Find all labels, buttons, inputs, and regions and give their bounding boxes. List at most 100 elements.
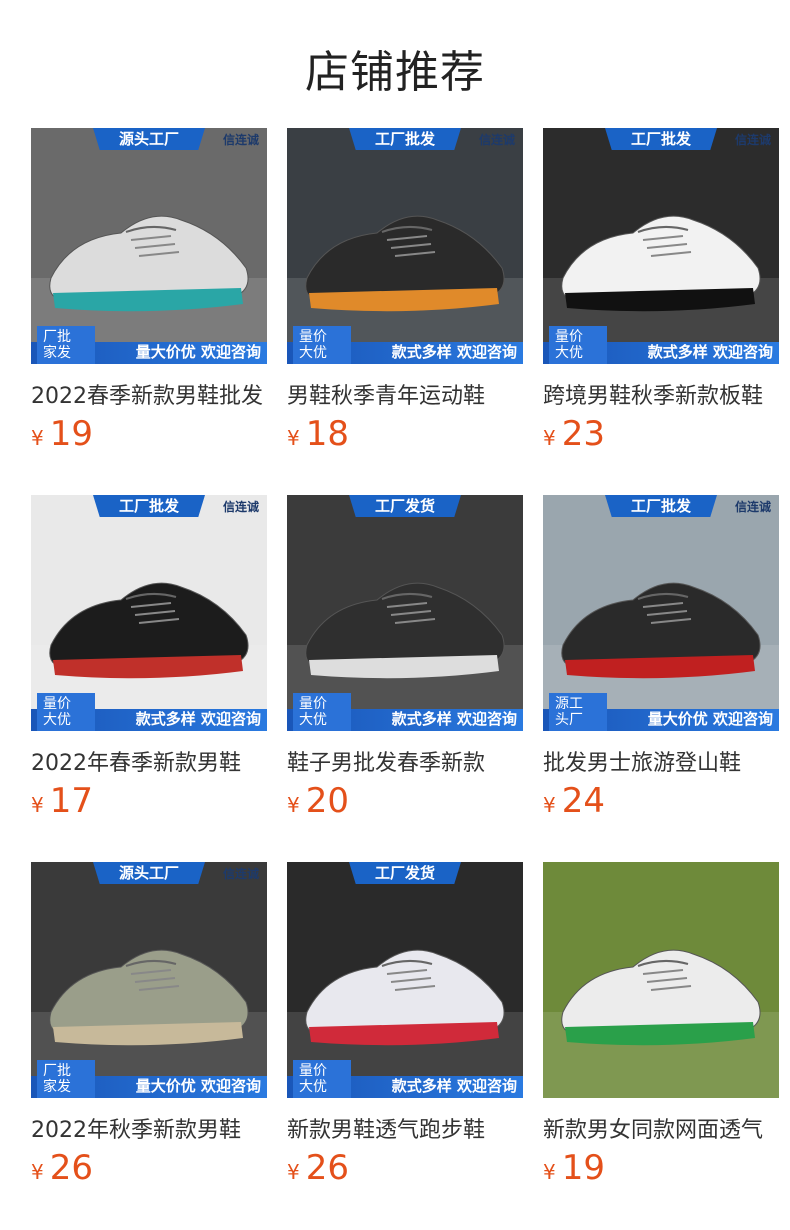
brand-label: 信连诚 (222, 500, 259, 514)
product-name[interactable]: 跨境男鞋秋季新款板鞋 (543, 378, 779, 408)
product-name[interactable]: 2022春季新款男鞋批发 (31, 378, 267, 408)
product-price: ¥19 (31, 414, 267, 458)
currency-symbol: ¥ (31, 426, 44, 450)
currency-symbol: ¥ (287, 426, 300, 450)
promo-corner: 量价 大优 (293, 1060, 351, 1098)
currency-symbol: ¥ (31, 1160, 44, 1184)
promo-corner-line: 源工 (555, 696, 583, 712)
brand-label: 信连诚 (734, 133, 771, 147)
promo-corner: 厂批 家发 (37, 326, 95, 364)
promo-corner-line: 量价 (555, 329, 583, 345)
currency-symbol: ¥ (287, 793, 300, 817)
currency-symbol: ¥ (287, 1160, 300, 1184)
product-price: ¥26 (31, 1148, 267, 1192)
product-card[interactable]: 工厂批发 信连诚 款式多样 欢迎咨询 量价 大优 2022年春季新款男鞋 ¥17 (31, 495, 267, 825)
product-name[interactable]: 新款男鞋透气跑步鞋 (287, 1112, 523, 1142)
price-value: 20 (305, 781, 349, 821)
product-price: ¥24 (543, 781, 779, 825)
price-value: 26 (305, 1148, 349, 1188)
brand-label: 信连诚 (478, 133, 515, 147)
price-value: 26 (49, 1148, 93, 1188)
currency-symbol: ¥ (31, 793, 44, 817)
product-name[interactable]: 2022年秋季新款男鞋 (31, 1112, 267, 1142)
price-value: 19 (49, 414, 93, 454)
promo-corner-line: 量价 (299, 696, 327, 712)
promo-corner: 源工 头厂 (549, 693, 607, 731)
product-name[interactable]: 新款男女同款网面透气 (543, 1112, 779, 1142)
product-image[interactable] (543, 862, 779, 1098)
brand-label: 信连诚 (734, 500, 771, 514)
product-card[interactable]: 工厂批发 信连诚 款式多样 欢迎咨询 量价 大优 跨境男鞋秋季新款板鞋 ¥23 (543, 128, 779, 458)
promo-text: 款式多样 欢迎咨询 (391, 1077, 517, 1095)
currency-symbol: ¥ (543, 426, 556, 450)
product-price: ¥18 (287, 414, 523, 458)
ribbon-label: 工厂发货 (349, 862, 461, 884)
product-price: ¥19 (543, 1148, 779, 1192)
promo-corner-line: 大优 (555, 345, 583, 361)
product-image[interactable]: 工厂发货 款式多样 欢迎咨询 量价 大优 (287, 495, 523, 731)
promo-text: 量大价优 欢迎咨询 (135, 1077, 261, 1095)
brand-label: 信连诚 (222, 867, 259, 881)
product-name[interactable]: 2022年春季新款男鞋 (31, 745, 267, 775)
product-name[interactable]: 男鞋秋季青年运动鞋 (287, 378, 523, 408)
product-card[interactable]: 新款男女同款网面透气 ¥19 (543, 862, 779, 1192)
product-image[interactable]: 工厂批发 信连诚 款式多样 欢迎咨询 量价 大优 (543, 128, 779, 364)
product-price: ¥23 (543, 414, 779, 458)
ribbon-label: 工厂批发 (93, 495, 205, 517)
product-name[interactable]: 鞋子男批发春季新款 (287, 745, 523, 775)
ribbon-label: 工厂批发 (605, 495, 717, 517)
promo-corner-line: 家发 (43, 1079, 71, 1095)
product-price: ¥17 (31, 781, 267, 825)
ribbon-label: 工厂批发 (605, 128, 717, 150)
product-price: ¥20 (287, 781, 523, 825)
promo-corner-line: 大优 (299, 712, 327, 728)
promo-corner: 量价 大优 (293, 326, 351, 364)
promo-corner-line: 厂批 (43, 329, 71, 345)
brand-label: 信连诚 (222, 133, 259, 147)
product-card[interactable]: 工厂发货 款式多样 欢迎咨询 量价 大优 新款男鞋透气跑步鞋 ¥26 (287, 862, 523, 1192)
product-image[interactable]: 源头工厂 信连诚 量大价优 欢迎咨询 厂批 家发 (31, 862, 267, 1098)
price-value: 18 (305, 414, 349, 454)
page-title: 店铺推荐 (305, 47, 485, 98)
promo-text: 款式多样 欢迎咨询 (135, 710, 261, 728)
currency-symbol: ¥ (543, 1160, 556, 1184)
product-image[interactable]: 源头工厂 信连诚 量大价优 欢迎咨询 厂批 家发 (31, 128, 267, 364)
shoe-photo (543, 862, 779, 1098)
promo-text: 量大价优 欢迎咨询 (135, 343, 261, 361)
product-image[interactable]: 工厂发货 款式多样 欢迎咨询 量价 大优 (287, 862, 523, 1098)
product-card[interactable]: 工厂发货 款式多样 欢迎咨询 量价 大优 鞋子男批发春季新款 ¥20 (287, 495, 523, 825)
product-card[interactable]: 源头工厂 信连诚 量大价优 欢迎咨询 厂批 家发 2022年秋季新款男鞋 ¥26 (31, 862, 267, 1192)
promo-text: 款式多样 欢迎咨询 (391, 710, 517, 728)
promo-corner-line: 量价 (43, 696, 71, 712)
product-card[interactable]: 工厂批发 信连诚 款式多样 欢迎咨询 量价 大优 男鞋秋季青年运动鞋 ¥18 (287, 128, 523, 458)
promo-corner-line: 大优 (43, 712, 71, 728)
product-image[interactable]: 工厂批发 信连诚 量大价优 欢迎咨询 源工 头厂 (543, 495, 779, 731)
price-value: 17 (49, 781, 93, 821)
promo-text: 量大价优 欢迎咨询 (647, 710, 773, 728)
ribbon-label: 源头工厂 (93, 128, 205, 150)
promo-text: 款式多样 欢迎咨询 (647, 343, 773, 361)
promo-text: 款式多样 欢迎咨询 (391, 343, 517, 361)
promo-corner-line: 大优 (299, 345, 327, 361)
currency-symbol: ¥ (543, 793, 556, 817)
price-value: 19 (561, 1148, 605, 1188)
product-name[interactable]: 批发男士旅游登山鞋 (543, 745, 779, 775)
price-value: 24 (561, 781, 605, 821)
product-card[interactable]: 工厂批发 信连诚 量大价优 欢迎咨询 源工 头厂 批发男士旅游登山鞋 ¥24 (543, 495, 779, 825)
promo-corner-line: 量价 (299, 1063, 327, 1079)
price-value: 23 (561, 414, 605, 454)
promo-corner-line: 量价 (299, 329, 327, 345)
promo-corner: 厂批 家发 (37, 1060, 95, 1098)
promo-corner: 量价 大优 (293, 693, 351, 731)
product-price: ¥26 (287, 1148, 523, 1192)
product-image[interactable]: 工厂批发 信连诚 款式多样 欢迎咨询 量价 大优 (31, 495, 267, 731)
promo-corner-line: 厂批 (43, 1063, 71, 1079)
promo-corner-line: 头厂 (555, 712, 583, 728)
product-card[interactable]: 源头工厂 信连诚 量大价优 欢迎咨询 厂批 家发 2022春季新款男鞋批发 ¥19 (31, 128, 267, 458)
promo-corner-line: 家发 (43, 345, 71, 361)
promo-corner: 量价 大优 (37, 693, 95, 731)
ribbon-label: 源头工厂 (93, 862, 205, 884)
product-image[interactable]: 工厂批发 信连诚 款式多样 欢迎咨询 量价 大优 (287, 128, 523, 364)
promo-corner-line: 大优 (299, 1079, 327, 1095)
ribbon-label: 工厂批发 (349, 128, 461, 150)
